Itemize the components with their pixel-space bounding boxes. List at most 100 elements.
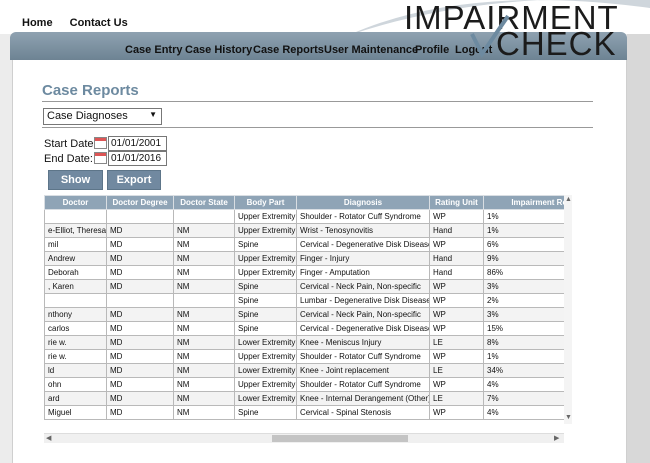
table-cell: MD: [106, 405, 174, 420]
column-header[interactable]: Doctor Degree: [106, 195, 174, 210]
table-cell: [173, 209, 235, 224]
scroll-left-icon[interactable]: ◀: [46, 434, 51, 442]
export-button[interactable]: Export: [107, 170, 161, 190]
table-cell: [173, 293, 235, 308]
table-cell: MD: [106, 363, 174, 378]
table-cell: 1%: [483, 349, 564, 364]
table-cell: WP: [429, 237, 484, 252]
table-cell: MD: [106, 279, 174, 294]
nav-user-maintenance[interactable]: User Maintenance: [324, 44, 418, 56]
table-cell: Spine: [234, 237, 297, 252]
scroll-up-icon[interactable]: ▲: [565, 196, 572, 203]
nav-case-entry[interactable]: Case Entry: [125, 44, 182, 56]
table-row[interactable]: mil MD NM Spine Cervical - Degenerative Disk…: [44, 237, 564, 252]
table-cell: 4%: [483, 405, 564, 420]
start-date-field[interactable]: 01/01/2001: [108, 136, 167, 151]
table-cell: WP: [429, 377, 484, 392]
column-header[interactable]: Body Part: [234, 195, 297, 210]
table-cell: Spine: [234, 279, 297, 294]
calendar-icon[interactable]: [94, 137, 107, 149]
table-cell: Upper Extremity: [234, 377, 297, 392]
table-cell: Hand: [429, 223, 484, 238]
table-cell: Knee - Meniscus Injury: [296, 335, 430, 350]
home-link[interactable]: Home: [22, 17, 53, 29]
table-cell: Spine: [234, 321, 297, 336]
table-cell: WP: [429, 349, 484, 364]
table-cell: MD: [106, 377, 174, 392]
table-row[interactable]: e-Elliot, Theresa MD NM Upper Extremity Wris…: [44, 223, 564, 238]
table-row[interactable]: carlos MD NM Spine Cervical - Degenerative D…: [44, 321, 564, 336]
scroll-down-icon[interactable]: ▼: [565, 414, 572, 421]
table-cell: Hand: [429, 265, 484, 280]
table-row[interactable]: Miguel MD NM Spine Cervical - Spinal Stenosi…: [44, 405, 564, 420]
table-cell: Lower Extremity: [234, 335, 297, 350]
table-cell: [44, 209, 107, 224]
table-cell: WP: [429, 307, 484, 322]
table-cell: Knee - Internal Derangement (Other): [296, 391, 430, 406]
table-row[interactable]: , Karen MD NM Spine Cervical - Neck Pain, No…: [44, 279, 564, 294]
scrollbar-thumb[interactable]: [272, 435, 408, 442]
table-cell: WP: [429, 321, 484, 336]
table-cell: NM: [173, 377, 235, 392]
table-cell: 3%: [483, 279, 564, 294]
nav-case-history[interactable]: Case History: [185, 44, 252, 56]
table-cell: Lower Extremity: [234, 363, 297, 378]
show-button[interactable]: Show: [48, 170, 103, 190]
right-edge-strip: [627, 34, 650, 463]
table-cell: WP: [429, 293, 484, 308]
table-cell: Wrist - Tenosynovitis: [296, 223, 430, 238]
table-row[interactable]: ard MD NM Lower Extremity Knee - Internal De…: [44, 391, 564, 406]
table-row[interactable]: Upper Extremity Shoulder - Rotator Cuff S…: [44, 209, 564, 224]
table-row[interactable]: rie w. MD NM Upper Extremity Shoulder - Rota…: [44, 349, 564, 364]
page-title: Case Reports: [42, 82, 139, 99]
vertical-scrollbar[interactable]: ▲ ▼: [564, 195, 572, 424]
horizontal-scrollbar[interactable]: ◀ ▶: [44, 433, 564, 443]
table-cell: 1%: [483, 223, 564, 238]
column-header[interactable]: Rating Unit: [429, 195, 484, 210]
table-cell: Spine: [234, 405, 297, 420]
nav-case-reports[interactable]: Case Reports: [253, 44, 324, 56]
end-date-field[interactable]: 01/01/2016: [108, 151, 167, 166]
end-date-label: End Date:: [44, 153, 93, 165]
table-cell: NM: [173, 307, 235, 322]
contact-us-link[interactable]: Contact Us: [70, 17, 128, 29]
table-cell: LE: [429, 335, 484, 350]
table-row[interactable]: Spine Lumbar - Degenerative Disk Disease W…: [44, 293, 564, 308]
scroll-right-icon[interactable]: ▶: [554, 434, 559, 442]
table-row[interactable]: Andrew MD NM Upper Extremity Finger - Injury…: [44, 251, 564, 266]
nav-profile[interactable]: Profile: [415, 44, 449, 56]
table-cell: 7%: [483, 391, 564, 406]
table-cell: MD: [106, 307, 174, 322]
table-cell: [44, 293, 107, 308]
report-table: Doctor Doctor Degree Doctor State Body Part…: [44, 195, 564, 420]
report-type-select[interactable]: Case Diagnoses ▼: [43, 108, 162, 125]
table-cell: MD: [106, 265, 174, 280]
table-cell: mil: [44, 237, 107, 252]
table-row[interactable]: nthony MD NM Spine Cervical - Neck Pain, Non…: [44, 307, 564, 322]
table-cell: Cervical - Neck Pain, Non-specific: [296, 279, 430, 294]
column-header[interactable]: Doctor: [44, 195, 107, 210]
table-cell: WP: [429, 279, 484, 294]
table-row[interactable]: ohn MD NM Upper Extremity Shoulder - Rotator…: [44, 377, 564, 392]
table-cell: carlos: [44, 321, 107, 336]
column-header[interactable]: Impairment Repo: [483, 195, 564, 210]
top-nav: Home Contact Us: [22, 17, 142, 29]
calendar-icon[interactable]: [94, 152, 107, 164]
table-cell: MD: [106, 349, 174, 364]
column-header[interactable]: Doctor State: [173, 195, 235, 210]
table-row[interactable]: Deborah MD NM Upper Extremity Finger - Amput…: [44, 265, 564, 280]
column-header[interactable]: Diagnosis: [296, 195, 430, 210]
table-cell: Lumbar - Degenerative Disk Disease: [296, 293, 430, 308]
table-cell: ohn: [44, 377, 107, 392]
table-cell: WP: [429, 209, 484, 224]
table-row[interactable]: ld MD NM Lower Extremity Knee - Joint replac…: [44, 363, 564, 378]
table-cell: Hand: [429, 251, 484, 266]
table-cell: MD: [106, 251, 174, 266]
table-cell: Andrew: [44, 251, 107, 266]
table-row[interactable]: rie w. MD NM Lower Extremity Knee - Meniscus…: [44, 335, 564, 350]
table-cell: Upper Extremity: [234, 265, 297, 280]
table-cell: WP: [429, 405, 484, 420]
table-cell: MD: [106, 391, 174, 406]
table-cell: rie w.: [44, 349, 107, 364]
divider: [42, 101, 593, 102]
